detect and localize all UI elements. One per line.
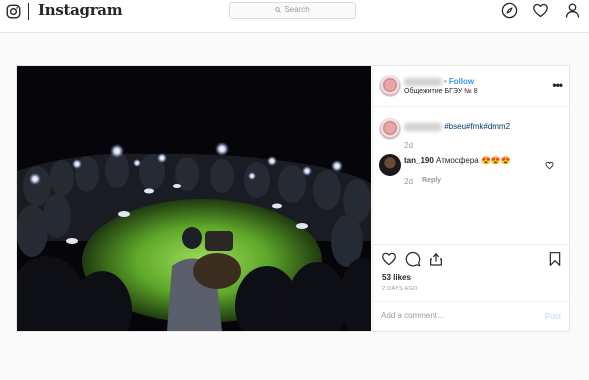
like-icon[interactable] [381, 251, 397, 267]
post-location[interactable]: Общежитие БГЭУ № 8 [404, 88, 478, 95]
reply-button[interactable]: Reply [422, 177, 441, 184]
camera-icon[interactable] [6, 4, 21, 19]
logo-divider [28, 3, 29, 20]
search-placeholder: Search [284, 5, 310, 14]
comment-icon[interactable] [405, 251, 421, 267]
author-username-blurred[interactable] [404, 77, 442, 86]
post-actions: 53 likes 2 DAYS AGO [373, 244, 571, 294]
post-time-ago: 2 DAYS AGO [382, 286, 418, 292]
caption: #bseu#fmk#dmm2 [404, 122, 510, 131]
search-box[interactable]: Search [229, 2, 356, 19]
bookmark-icon[interactable] [547, 251, 563, 267]
comment-text: tan_190 Атмосфера 😍😍😍 [404, 156, 511, 165]
comment-username[interactable]: tan_190 [404, 156, 434, 165]
dot-separator: • [444, 77, 447, 86]
comment-like-icon[interactable] [545, 161, 554, 170]
caption-hashtags[interactable]: #bseu#fmk#dmm2 [444, 122, 510, 131]
post-header: • Follow Общежитие БГЭУ № 8 ••• [373, 66, 571, 107]
heart-icon[interactable] [532, 2, 549, 19]
add-comment-input[interactable] [381, 311, 531, 320]
caption-avatar[interactable] [379, 118, 401, 140]
author-line: • Follow [404, 77, 474, 86]
share-icon[interactable] [428, 251, 444, 267]
night-gathering-photo [17, 66, 371, 331]
follow-button[interactable]: Follow [449, 77, 474, 86]
profile-icon[interactable] [564, 2, 581, 19]
commenter-avatar[interactable] [379, 154, 401, 176]
instagram-logo[interactable]: Instagram [38, 1, 123, 19]
caption-time: 2d [404, 141, 413, 150]
top-nav: Instagram Search [0, 0, 589, 33]
post-comment-button[interactable]: Post [545, 312, 561, 321]
post-card: • Follow Общежитие БГЭУ № 8 ••• #bseu#fmk… [16, 65, 571, 332]
compass-icon[interactable] [501, 2, 518, 19]
more-options-icon[interactable]: ••• [552, 78, 563, 92]
author-avatar[interactable] [379, 75, 401, 97]
post-sidebar: • Follow Общежитие БГЭУ № 8 ••• #bseu#fmk… [372, 66, 571, 331]
comment-body: Атмосфера 😍😍😍 [436, 156, 511, 165]
search-icon [275, 7, 282, 13]
add-comment-bar: Post [373, 301, 571, 331]
likes-count[interactable]: 53 likes [382, 273, 411, 282]
caption-username-blurred[interactable] [404, 122, 442, 131]
comment-time: 2d [404, 177, 413, 186]
post-photo[interactable] [17, 66, 371, 331]
